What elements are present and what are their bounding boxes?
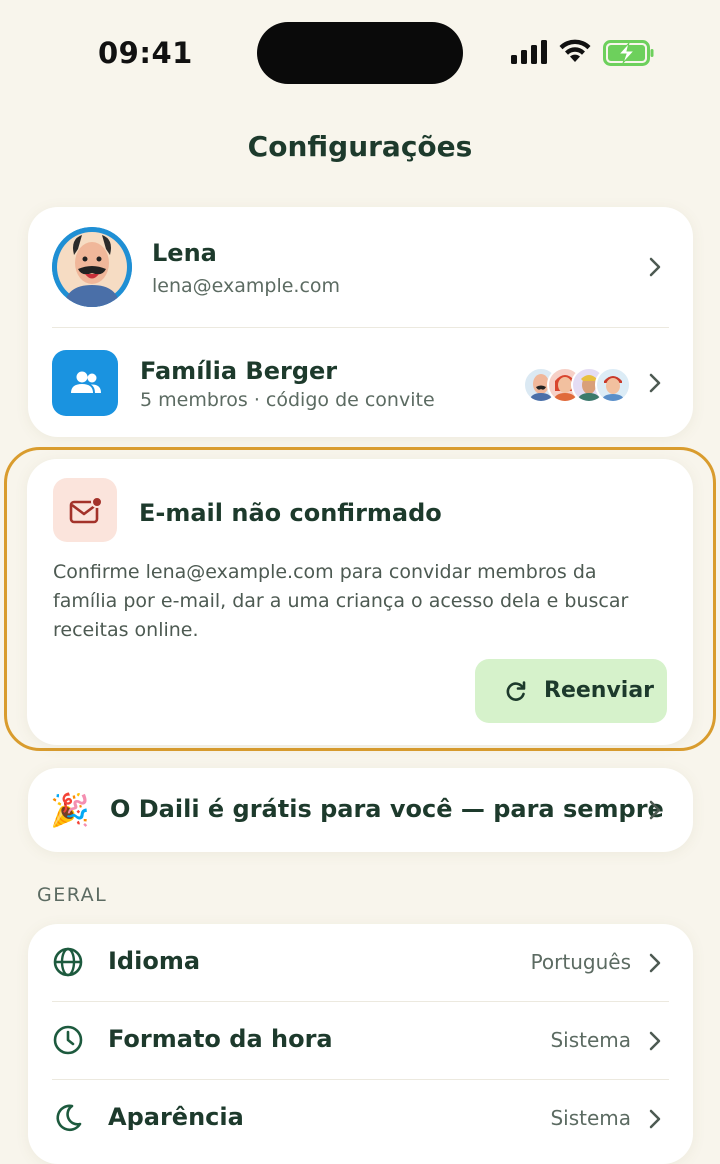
general-settings-card: Idioma Português Formato da hora Sistema…	[28, 924, 693, 1164]
family-icon-badge	[52, 350, 118, 416]
family-name: Família Berger	[140, 357, 338, 385]
warning-title: E-mail não confirmado	[139, 499, 442, 527]
status-bar: 09:41	[0, 0, 720, 100]
chevron-right-icon	[649, 1031, 661, 1051]
page-title: Configurações	[247, 130, 473, 163]
member-avatar	[595, 367, 631, 403]
settings-row-label: Aparência	[108, 1103, 244, 1131]
battery-charging-icon	[603, 40, 654, 66]
settings-row-time-format[interactable]: Formato da hora Sistema	[28, 1002, 693, 1080]
resend-label: Reenviar	[544, 678, 655, 703]
refresh-icon	[506, 681, 526, 701]
globe-icon	[53, 947, 83, 977]
mail-badge	[53, 478, 117, 542]
settings-row-label: Idioma	[108, 947, 201, 975]
chevron-right-icon	[649, 1109, 661, 1129]
section-label-general: GERAL	[37, 884, 108, 906]
settings-row-value: Sistema	[550, 1028, 631, 1052]
mail-unread-icon	[69, 496, 103, 524]
chevron-right-icon	[649, 257, 661, 277]
status-time: 09:41	[98, 36, 193, 70]
chevron-right-icon	[649, 373, 661, 393]
settings-row-language[interactable]: Idioma Português	[28, 924, 693, 1002]
settings-row-label: Formato da hora	[108, 1025, 333, 1053]
group-icon	[71, 371, 101, 393]
settings-row-appearance[interactable]: Aparência Sistema	[28, 1080, 693, 1158]
promo-text: O Daili é grátis para você — para sempre	[110, 795, 664, 823]
wifi-icon	[559, 39, 591, 62]
clock-icon	[53, 1025, 83, 1055]
moon-icon	[56, 1104, 82, 1132]
chevron-right-icon	[649, 953, 661, 973]
chevron-right-icon	[649, 800, 661, 820]
email-warning-card: E-mail não confirmado Confirme lena@exam…	[27, 459, 693, 745]
profile-card: Lena lena@example.com Família Berger 5 m…	[28, 207, 693, 437]
family-member-avatars	[523, 367, 633, 403]
settings-row-value: Sistema	[550, 1106, 631, 1130]
avatar	[52, 227, 132, 307]
settings-row-value: Português	[530, 950, 631, 974]
cellular-signal-icon	[511, 40, 547, 64]
resend-button[interactable]: Reenviar	[475, 659, 667, 723]
party-popper-icon: 🎉	[50, 791, 90, 829]
family-subtitle: 5 membros · código de convite	[140, 389, 435, 411]
dynamic-island	[257, 22, 463, 84]
promo-card[interactable]: 🎉 O Daili é grátis para você — para semp…	[28, 768, 693, 852]
profile-row[interactable]: Lena lena@example.com	[28, 207, 693, 327]
user-email: lena@example.com	[152, 275, 341, 297]
warning-message: Confirme lena@example.com para convidar …	[53, 561, 629, 641]
user-name: Lena	[152, 239, 217, 267]
